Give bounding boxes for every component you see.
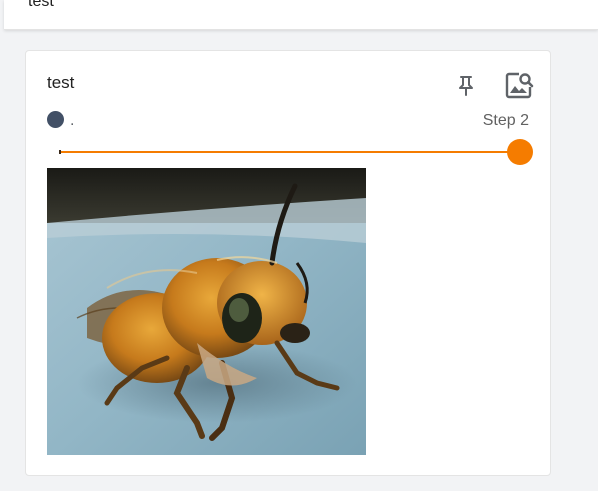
header-bar: test — [4, 0, 598, 30]
slider-track — [59, 151, 525, 153]
image-search-button[interactable] — [503, 69, 535, 101]
bee-image — [47, 168, 366, 455]
step-slider[interactable] — [59, 139, 533, 165]
header-title: test — [28, 0, 54, 10]
run-name: . — [70, 112, 75, 129]
run-color-dot — [47, 111, 64, 128]
pin-button[interactable] — [451, 71, 481, 101]
step-label: Step 2 — [482, 112, 529, 129]
slider-tick — [59, 150, 61, 154]
slider-thumb[interactable] — [507, 139, 533, 165]
image-card: test . Step 2 — [25, 50, 551, 476]
image-search-icon — [505, 72, 534, 99]
pin-icon — [459, 76, 473, 96]
card-title: test — [47, 73, 75, 92]
